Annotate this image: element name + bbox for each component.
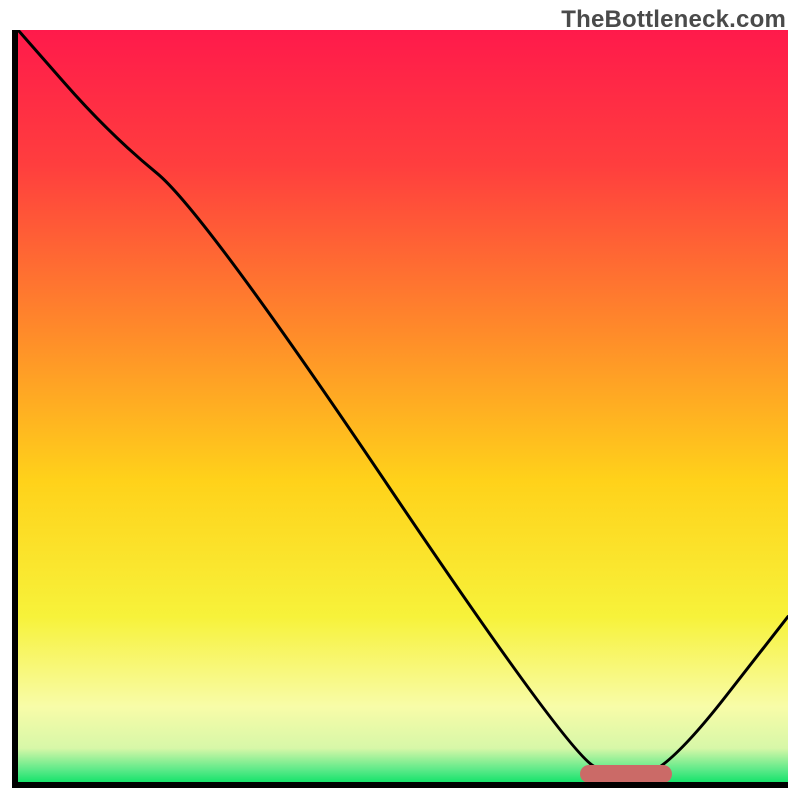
chart-stage: TheBottleneck.com (0, 0, 800, 800)
plot-area (18, 30, 788, 782)
curve-layer (18, 30, 788, 782)
optimal-range-marker (580, 765, 672, 782)
plot-axes (12, 30, 788, 788)
bottleneck-curve (18, 30, 788, 775)
